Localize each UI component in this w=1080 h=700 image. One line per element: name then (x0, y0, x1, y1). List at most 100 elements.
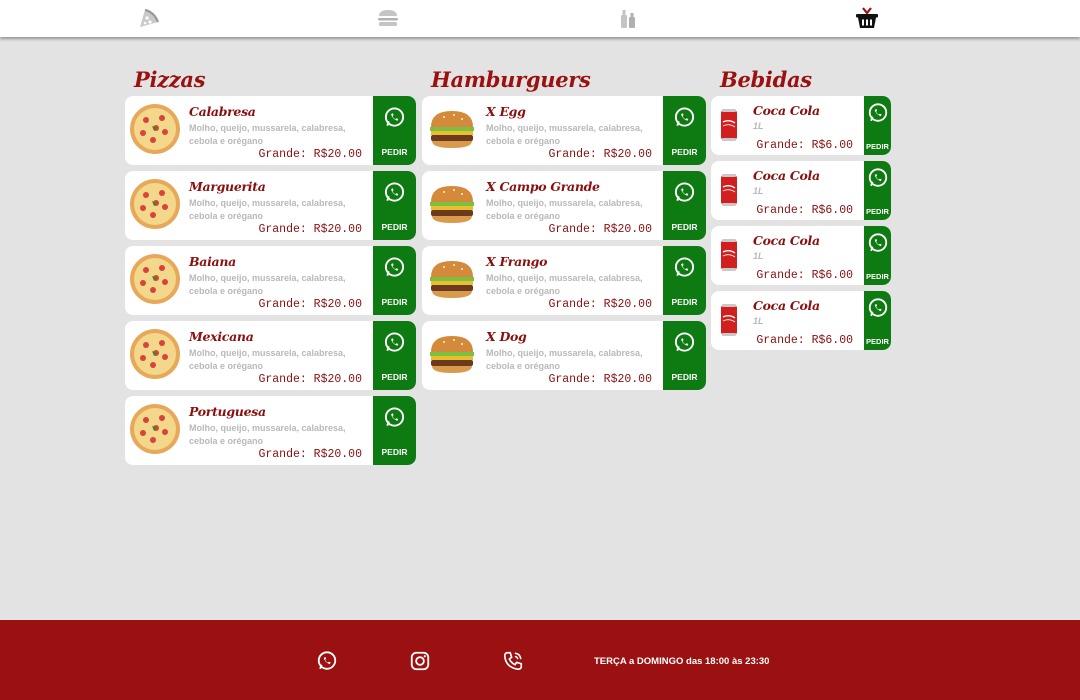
order-button[interactable]: PEDIR (373, 396, 416, 465)
soda-can-image (721, 174, 737, 206)
menu-card: Coca Cola 1L Grande: R$6.00 PEDIR (711, 161, 891, 220)
item-price: Grande: R$20.00 (258, 448, 362, 461)
item-price: Grande: R$6.00 (756, 334, 853, 347)
order-label: PEDIR (671, 372, 698, 382)
instagram-icon[interactable] (409, 650, 431, 672)
whatsapp-icon (384, 257, 405, 277)
order-button[interactable]: PEDIR (663, 321, 706, 390)
burgers-section: Hamburguers X Egg Molho, queijo, mussare… (422, 64, 706, 396)
menu-card: X Campo Grande Molho, queijo, mussarela,… (422, 171, 706, 240)
whatsapp-icon (868, 298, 888, 317)
opening-hours: TERÇA a DOMINGO das 18:00 às 23:30 (594, 656, 770, 667)
burger-image (430, 336, 474, 373)
item-description: Molho, queijo, mussarela, calabresa, ceb… (189, 198, 346, 221)
pizza-image (130, 404, 180, 454)
menu-card: Mexicana Molho, queijo, mussarela, calab… (125, 321, 416, 390)
pizza-image (130, 179, 180, 229)
pizza-image (130, 254, 180, 304)
order-button[interactable]: PEDIR (373, 171, 416, 240)
item-name: X Frango (486, 254, 548, 269)
soda-can-image (721, 239, 737, 271)
order-label: PEDIR (381, 372, 408, 382)
whatsapp-icon (384, 107, 405, 127)
item-name: Coca Cola (753, 298, 820, 313)
whatsapp-icon (674, 332, 695, 352)
menu-card: Baiana Molho, queijo, mussarela, calabre… (125, 246, 416, 315)
item-name: Coca Cola (753, 103, 820, 118)
menu-card: Portuguesa Molho, queijo, mussarela, cal… (125, 396, 416, 465)
order-label: PEDIR (866, 142, 889, 151)
item-name: Calabresa (189, 104, 256, 119)
item-name: X Campo Grande (486, 179, 600, 194)
order-button[interactable]: PEDIR (373, 321, 416, 390)
order-button[interactable]: PEDIR (663, 171, 706, 240)
order-button[interactable]: PEDIR (373, 96, 416, 165)
item-price: Grande: R$6.00 (756, 204, 853, 217)
pizza-image (130, 329, 180, 379)
item-description: Molho, queijo, mussarela, calabresa, ceb… (486, 348, 643, 371)
order-label: PEDIR (381, 447, 408, 457)
order-label: PEDIR (671, 147, 698, 157)
order-label: PEDIR (671, 297, 698, 307)
order-button[interactable]: PEDIR (864, 161, 891, 220)
order-button[interactable]: PEDIR (373, 246, 416, 315)
item-name: Mexicana (189, 329, 254, 344)
bottles-icon[interactable] (615, 5, 641, 31)
item-name: Marguerita (189, 179, 266, 194)
item-price: Grande: R$20.00 (548, 223, 652, 236)
whatsapp-icon (674, 182, 695, 202)
order-label: PEDIR (381, 222, 408, 232)
whatsapp-icon (384, 407, 405, 427)
order-label: PEDIR (381, 147, 408, 157)
soda-can-image (721, 109, 737, 141)
order-button[interactable]: PEDIR (864, 96, 891, 155)
item-name: Portuguesa (189, 404, 266, 419)
item-price: Grande: R$20.00 (258, 148, 362, 161)
whatsapp-icon (384, 182, 405, 202)
order-button[interactable]: PEDIR (663, 96, 706, 165)
item-name: X Egg (486, 104, 526, 119)
menu-card: Coca Cola 1L Grande: R$6.00 PEDIR (711, 226, 891, 285)
item-description: Molho, queijo, mussarela, calabresa, ceb… (189, 123, 346, 146)
order-button[interactable]: PEDIR (663, 246, 706, 315)
item-price: Grande: R$20.00 (548, 298, 652, 311)
pizzas-section: Pizzas Calabresa Molho, queijo, mussarel… (125, 64, 416, 471)
item-price: Grande: R$20.00 (258, 298, 362, 311)
item-description: Molho, queijo, mussarela, calabresa, ceb… (486, 273, 643, 296)
burger-image (430, 261, 474, 298)
menu-card: X Dog Molho, queijo, mussarela, calabres… (422, 321, 706, 390)
item-description: Molho, queijo, mussarela, calabresa, ceb… (189, 273, 346, 296)
menu-card: X Frango Molho, queijo, mussarela, calab… (422, 246, 706, 315)
item-name: X Dog (486, 329, 527, 344)
top-nav (0, 0, 1080, 37)
item-name: Coca Cola (753, 233, 820, 248)
burger-image (430, 111, 474, 148)
item-description: Molho, queijo, mussarela, calabresa, ceb… (486, 123, 643, 146)
drinks-section: Bebidas Coca Cola 1L Grande: R$6.00 PEDI… (711, 64, 891, 356)
order-label: PEDIR (381, 297, 408, 307)
whatsapp-icon[interactable] (316, 650, 338, 672)
item-name: Baiana (189, 254, 236, 269)
item-price: Grande: R$20.00 (258, 223, 362, 236)
phone-icon[interactable] (502, 650, 524, 672)
order-label: PEDIR (866, 337, 889, 346)
whatsapp-icon (868, 168, 888, 187)
whatsapp-icon (868, 233, 888, 252)
section-title: Hamburguers (431, 67, 591, 92)
item-price: Grande: R$20.00 (548, 148, 652, 161)
item-price: Grande: R$20.00 (258, 373, 362, 386)
menu-card: Coca Cola 1L Grande: R$6.00 PEDIR (711, 291, 891, 350)
soda-can-image (721, 304, 737, 336)
menu-card: X Egg Molho, queijo, mussarela, calabres… (422, 96, 706, 165)
whatsapp-icon (674, 107, 695, 127)
order-button[interactable]: PEDIR (864, 226, 891, 285)
section-title: Bebidas (720, 67, 812, 92)
pizza-slice-icon[interactable] (136, 5, 162, 31)
basket-icon[interactable] (854, 5, 880, 31)
order-button[interactable]: PEDIR (864, 291, 891, 350)
item-price: Grande: R$20.00 (548, 373, 652, 386)
item-price: Grande: R$6.00 (756, 269, 853, 282)
burger-icon[interactable] (375, 5, 401, 31)
item-name: Coca Cola (753, 168, 820, 183)
burger-image (430, 186, 474, 223)
